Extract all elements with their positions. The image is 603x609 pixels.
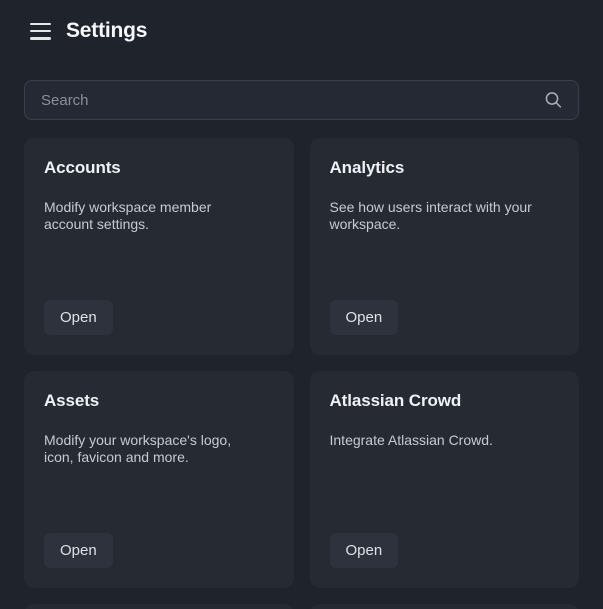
card-accounts: Accounts Modify workspace member account…	[24, 138, 294, 355]
card-description: Integrate Atlassian Crowd.	[330, 432, 542, 449]
card-title: Assets	[44, 391, 274, 411]
card-description: Modify workspace member account settings…	[44, 199, 256, 233]
card-atlassian-crowd: Atlassian Crowd Integrate Atlassian Crow…	[310, 371, 580, 588]
card-description: See how users interact with your workspa…	[330, 199, 542, 233]
card-title: Analytics	[330, 158, 560, 178]
search-icon	[544, 91, 563, 110]
search-input[interactable]	[25, 81, 578, 119]
card-partial-right	[310, 604, 580, 609]
page-title: Settings	[66, 19, 147, 43]
card-analytics: Analytics See how users interact with yo…	[310, 138, 580, 355]
search-bar	[24, 80, 579, 120]
open-button-analytics[interactable]: Open	[330, 300, 399, 335]
settings-card-grid: Accounts Modify workspace member account…	[24, 138, 579, 609]
card-partial-left	[24, 604, 294, 609]
card-description: Modify your workspace's logo, icon, favi…	[44, 432, 256, 466]
header: Settings	[0, 0, 603, 48]
open-button-assets[interactable]: Open	[44, 533, 113, 568]
hamburger-menu-icon[interactable]	[30, 23, 51, 40]
card-assets: Assets Modify your workspace's logo, ico…	[24, 371, 294, 588]
open-button-accounts[interactable]: Open	[44, 300, 113, 335]
card-title: Atlassian Crowd	[330, 391, 560, 411]
card-title: Accounts	[44, 158, 274, 178]
open-button-atlassian-crowd[interactable]: Open	[330, 533, 399, 568]
